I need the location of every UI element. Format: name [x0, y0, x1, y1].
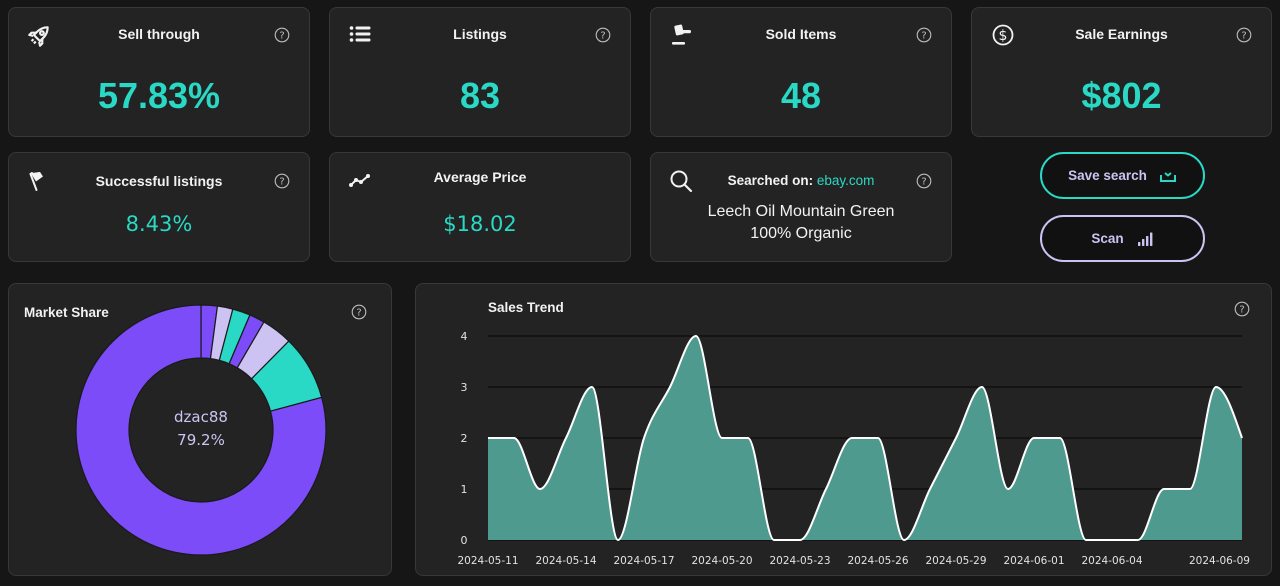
data-point-2024-05-25[interactable] [848, 434, 856, 442]
scan-button[interactable]: Scan [1040, 215, 1205, 262]
save-tray-icon [1159, 169, 1177, 183]
data-point-2024-05-29[interactable] [952, 434, 960, 442]
y-tick-label: 0 [461, 534, 468, 547]
stat-title: Average Price [433, 169, 527, 185]
stat-value: 83 [459, 75, 501, 116]
y-tick-label: 4 [461, 330, 468, 343]
help-icon[interactable]: ? [274, 27, 290, 43]
data-point-2024-05-16[interactable] [614, 536, 622, 544]
searched-on-label: Searched on: ebay.com [651, 171, 951, 191]
data-point-2024-06-01[interactable] [1030, 434, 1038, 442]
svg-text:?: ? [279, 177, 284, 188]
sales-trend-chart: 0 1 2 3 4 2024-05-11 2024-05-14 2024-05-17 2024-… [457, 330, 1250, 567]
data-point-2024-06-09[interactable] [1238, 434, 1246, 442]
save-search-button[interactable]: Save search [1040, 152, 1205, 199]
stat-value: $802 [1081, 75, 1162, 116]
stat-value: $18.02 [443, 212, 517, 236]
data-point-2024-06-05[interactable] [1134, 536, 1142, 544]
help-icon[interactable]: ? [916, 27, 932, 43]
data-point-2024-05-11[interactable] [484, 434, 492, 442]
stat-card-successful-listings: Successful listings ? 8.43% [8, 152, 310, 262]
stat-title: Successful listings [95, 173, 223, 189]
data-point-2024-05-26[interactable] [874, 434, 882, 442]
data-point-2024-05-22[interactable] [770, 536, 778, 544]
data-point-2024-05-28[interactable] [926, 485, 934, 493]
data-point-2024-06-06[interactable] [1160, 485, 1168, 493]
stat-card-sale-earnings: $ Sale Earnings ? $802 [971, 7, 1272, 137]
stat-value: 57.83% [97, 75, 221, 116]
data-point-2024-06-07[interactable] [1186, 485, 1194, 493]
help-icon[interactable]: ? [274, 173, 290, 189]
stat-title: Sell through [118, 26, 200, 42]
data-point-2024-05-27[interactable] [900, 536, 908, 544]
stat-card-sell-through: Sell through ? 57.83% [8, 7, 310, 137]
help-icon[interactable]: ? [1234, 301, 1250, 317]
sales-trend-card: 0 1 2 3 4 2024-05-11 2024-05-14 2024-05-17 2024-… [415, 283, 1272, 576]
data-point-2024-06-03[interactable] [1082, 536, 1090, 544]
svg-text:?: ? [279, 31, 284, 42]
x-tick-label: 2024-05-29 [925, 555, 986, 567]
data-point-2024-05-15[interactable] [588, 383, 596, 391]
sales-trend-title: Sales Trend [488, 300, 564, 315]
x-tick-label: 2024-06-04 [1081, 555, 1142, 567]
x-tick-label: 2024-05-23 [769, 555, 830, 567]
data-point-2024-05-17[interactable] [640, 434, 648, 442]
x-tick-label: 2024-05-11 [457, 555, 518, 567]
stat-card-average-price: Average Price $18.02 [329, 152, 631, 262]
stat-title: Sale Earnings [1075, 26, 1168, 42]
data-point-2024-05-18[interactable] [666, 383, 674, 391]
search-info-card: Searched on: ebay.com ? Leech Oil Mounta… [650, 152, 952, 262]
y-tick-label: 3 [461, 381, 468, 394]
stat-card-listings: Listings ? 83 [329, 7, 631, 137]
data-point-2024-05-30[interactable] [978, 383, 986, 391]
svg-text:?: ? [600, 31, 605, 42]
help-icon[interactable]: ? [595, 27, 611, 43]
search-site-link[interactable]: ebay.com [817, 173, 875, 188]
data-point-2024-06-08[interactable] [1212, 383, 1220, 391]
data-point-2024-05-21[interactable] [744, 434, 752, 442]
market-share-title: Market Share [24, 305, 109, 320]
data-point-2024-05-19[interactable] [692, 332, 700, 340]
donut-center-label: dzac88 [174, 408, 228, 426]
save-search-label: Save search [1068, 168, 1147, 183]
help-icon[interactable]: ? [916, 173, 932, 189]
svg-text:?: ? [921, 177, 926, 188]
data-point-2024-05-12[interactable] [510, 434, 518, 442]
data-point-2024-05-23[interactable] [796, 536, 804, 544]
data-point-2024-05-24[interactable] [822, 485, 830, 493]
x-tick-label: 2024-05-26 [847, 555, 908, 567]
market-share-card: Market Share ? dzac88 79.2% [8, 283, 392, 576]
stat-value: 8.43% [125, 212, 193, 236]
data-point-2024-05-31[interactable] [1004, 485, 1012, 493]
svg-text:?: ? [921, 31, 926, 42]
stat-card-sold-items: Sold Items ? 48 [650, 7, 952, 137]
data-point-2024-06-02[interactable] [1056, 434, 1064, 442]
x-tick-label: 2024-05-17 [613, 555, 674, 567]
data-point-2024-05-14[interactable] [562, 434, 570, 442]
x-tick-label: 2024-05-14 [535, 555, 596, 567]
stat-value: 48 [780, 75, 822, 116]
data-point-2024-05-13[interactable] [536, 485, 544, 493]
help-icon[interactable]: ? [351, 304, 367, 320]
svg-text:?: ? [1239, 305, 1244, 316]
signal-bars-icon [1136, 232, 1154, 246]
svg-text:?: ? [1241, 31, 1246, 42]
help-icon[interactable]: ? [1236, 27, 1252, 43]
scan-label: Scan [1091, 231, 1124, 246]
stat-title: Sold Items [765, 26, 837, 42]
data-point-2024-05-20[interactable] [718, 434, 726, 442]
search-query: Leech Oil Mountain Green 100% Organic [707, 203, 895, 242]
x-tick-label: 2024-05-20 [691, 555, 752, 567]
x-tick-label: 2024-06-09 [1189, 555, 1250, 567]
searched-on-text: Searched on: [727, 173, 817, 188]
y-tick-label: 2 [461, 432, 468, 445]
donut-center-value: 79.2% [177, 431, 225, 449]
data-point-2024-06-04[interactable] [1108, 536, 1116, 544]
x-tick-label: 2024-06-01 [1003, 555, 1064, 567]
svg-text:?: ? [356, 308, 361, 319]
stat-title: Listings [453, 26, 507, 42]
y-tick-label: 1 [461, 483, 468, 496]
